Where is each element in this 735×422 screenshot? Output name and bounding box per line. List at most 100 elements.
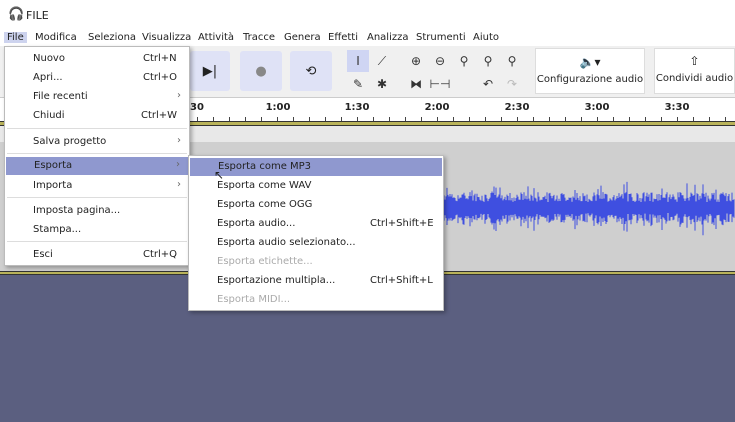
- item-label: Esporta come MP3: [218, 161, 312, 172]
- item-label: Imposta pagina...: [33, 205, 121, 216]
- zoom-toggle-icon: ⚲: [507, 54, 517, 68]
- menu-item-esporta-midi: Esporta MIDI...: [189, 291, 443, 309]
- pencil-icon: ✎: [352, 77, 364, 91]
- menu-tracce[interactable]: Tracce: [243, 32, 275, 43]
- silence-icon: ⊢⊣: [429, 77, 451, 91]
- ruler-label: 1:00: [265, 102, 291, 113]
- menu-item-stampa[interactable]: Stampa...: [5, 221, 189, 239]
- chevron-right-icon: ›: [177, 179, 181, 190]
- ruler-label: 1:30: [344, 102, 370, 113]
- menu-separator: [7, 153, 187, 154]
- undo-icon: ↶: [482, 77, 494, 91]
- chevron-right-icon: ›: [176, 159, 180, 170]
- share-audio-label: Condividi audio: [655, 73, 734, 84]
- share-audio-button[interactable]: ⇧ Condividi audio: [654, 48, 735, 94]
- zoom-out-icon: ⊖: [434, 54, 446, 68]
- zoom-selection-icon: ⚲: [459, 54, 469, 68]
- audio-setup-button[interactable]: 🔈▾ Configurazione audio: [535, 48, 645, 94]
- undo-button[interactable]: ↶: [477, 73, 499, 95]
- record-button[interactable]: ●: [240, 51, 282, 91]
- item-shortcut: Ctrl+Q: [143, 249, 178, 260]
- menu-item-esportazione-multipla[interactable]: Esportazione multipla... Ctrl+Shift+L: [189, 272, 443, 290]
- title-bar: 🎧 FILE: [0, 0, 735, 30]
- menu-item-esporta-audio[interactable]: Esporta audio... Ctrl+Shift+E: [189, 215, 443, 233]
- item-shortcut: Ctrl+O: [143, 72, 178, 83]
- menu-separator: [7, 197, 187, 198]
- ruler-label: 3:30: [664, 102, 690, 113]
- menu-item-chiudi[interactable]: Chiudi Ctrl+W: [5, 107, 189, 125]
- item-label: Esci: [33, 249, 53, 260]
- item-label: Salva progetto: [33, 136, 107, 147]
- export-submenu: Esporta come MP3 Esporta come WAV Esport…: [188, 155, 444, 311]
- item-shortcut: Ctrl+W: [141, 110, 178, 121]
- menu-file[interactable]: File: [4, 32, 27, 43]
- menu-analizza[interactable]: Analizza: [367, 32, 409, 43]
- menu-item-esporta-ogg[interactable]: Esporta come OGG: [189, 196, 443, 214]
- menu-item-apri[interactable]: Apri... Ctrl+O: [5, 69, 189, 87]
- loop-button[interactable]: ⟲: [290, 51, 332, 91]
- menu-item-salva-progetto[interactable]: Salva progetto ›: [5, 133, 189, 151]
- zoom-toggle-button[interactable]: ⚲: [501, 50, 523, 72]
- menu-item-esporta-wav[interactable]: Esporta come WAV: [189, 177, 443, 195]
- menu-item-nuovo[interactable]: Nuovo Ctrl+N: [5, 50, 189, 68]
- menu-seleziona[interactable]: Seleziona: [88, 32, 136, 43]
- item-label: Chiudi: [33, 110, 65, 121]
- menu-item-file-recenti[interactable]: File recenti ›: [5, 88, 189, 106]
- trim-button[interactable]: ⧓: [405, 73, 427, 95]
- zoom-in-button[interactable]: ⊕: [405, 50, 427, 72]
- envelope-icon: ⟋: [377, 53, 387, 68]
- item-label: Esporta MIDI...: [217, 294, 291, 305]
- multi-tool-button[interactable]: ✱: [371, 73, 393, 95]
- item-label: Esporta come WAV: [217, 180, 312, 191]
- menu-effetti[interactable]: Effetti: [328, 32, 358, 43]
- menu-genera[interactable]: Genera: [284, 32, 321, 43]
- menu-strumenti[interactable]: Strumenti: [416, 32, 466, 43]
- menu-item-esporta-mp3[interactable]: Esporta come MP3: [190, 158, 442, 176]
- window-title: FILE: [26, 9, 49, 22]
- speaker-icon: 🔈▾: [579, 55, 601, 69]
- audio-setup-label: Configurazione audio: [536, 74, 644, 85]
- headphones-app-icon: 🎧: [8, 7, 25, 22]
- zoom-out-button[interactable]: ⊖: [429, 50, 451, 72]
- ruler-label: 2:30: [504, 102, 530, 113]
- item-label: Stampa...: [33, 224, 82, 235]
- menu-separator: [7, 128, 187, 129]
- fit-selection-button[interactable]: ⚲: [453, 50, 475, 72]
- item-label: Esporta audio...: [217, 218, 296, 229]
- menu-aiuto[interactable]: Aiuto: [473, 32, 499, 43]
- share-icon: ⇧: [689, 54, 700, 68]
- menu-modifica[interactable]: Modifica: [35, 32, 77, 43]
- menu-item-importa[interactable]: Importa ›: [5, 177, 189, 195]
- menu-visualizza[interactable]: Visualizza: [142, 32, 191, 43]
- redo-button[interactable]: ↷: [501, 73, 523, 95]
- item-label: Esporta etichette...: [217, 256, 313, 267]
- menu-item-esporta[interactable]: Esporta ›: [6, 157, 188, 175]
- silence-button[interactable]: ⊢⊣: [429, 73, 451, 95]
- item-label: Nuovo: [33, 53, 65, 64]
- redo-icon: ↷: [506, 77, 518, 91]
- record-icon: ●: [255, 63, 267, 79]
- loop-icon: ⟲: [305, 63, 317, 79]
- item-label: File recenti: [33, 91, 88, 102]
- chevron-right-icon: ›: [177, 90, 181, 101]
- zoom-fit-icon: ⚲: [483, 54, 493, 68]
- skip-to-end-button[interactable]: ▶|: [190, 51, 230, 91]
- item-label: Importa: [33, 180, 73, 191]
- fit-project-button[interactable]: ⚲: [477, 50, 499, 72]
- zoom-in-icon: ⊕: [410, 54, 422, 68]
- waveform[interactable]: [440, 160, 735, 260]
- skip-end-icon: ▶|: [202, 63, 218, 79]
- menu-item-esci[interactable]: Esci Ctrl+Q: [5, 246, 189, 264]
- draw-tool-button[interactable]: ✎: [347, 73, 369, 95]
- menu-item-esporta-selezionato[interactable]: Esporta audio selezionato...: [189, 234, 443, 252]
- item-label: Esportazione multipla...: [217, 275, 336, 286]
- item-shortcut: Ctrl+Shift+L: [370, 275, 433, 286]
- menu-separator: [7, 241, 187, 242]
- envelope-tool-button[interactable]: ⟋: [371, 50, 393, 72]
- selection-tool-button[interactable]: I: [347, 50, 369, 72]
- menu-item-imposta-pagina[interactable]: Imposta pagina...: [5, 202, 189, 220]
- ruler-label: 3:00: [584, 102, 610, 113]
- asterisk-icon: ✱: [376, 77, 388, 91]
- item-label: Esporta come OGG: [217, 199, 313, 210]
- menu-attivita[interactable]: Attività: [198, 32, 234, 43]
